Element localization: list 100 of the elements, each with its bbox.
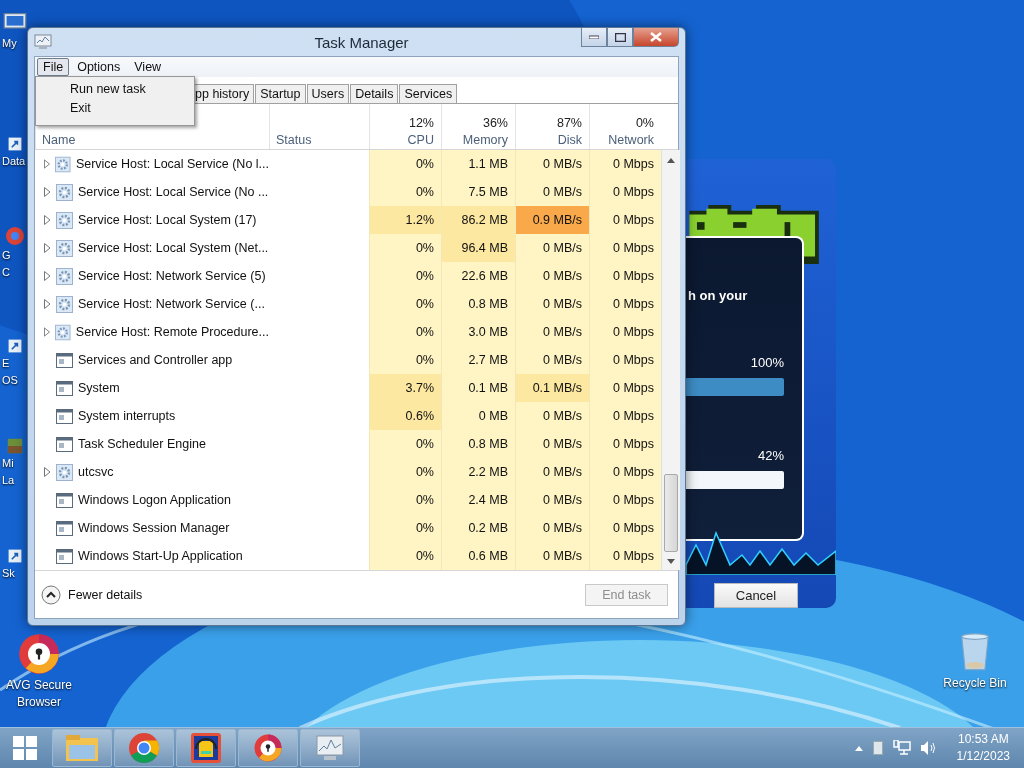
scrollbar[interactable] xyxy=(661,150,680,570)
scrollbar-thumb[interactable] xyxy=(664,474,678,552)
desktop-icon-label[interactable]: G xyxy=(2,248,11,263)
usage-cell: 0 Mbps xyxy=(589,430,661,458)
usage-cell: 0% xyxy=(369,458,441,486)
usage-cell: 0 Mbps xyxy=(589,542,661,570)
usage-cell: 3.7% xyxy=(369,374,441,402)
usage-cell: 0 MB/s xyxy=(515,542,589,570)
expand-icon[interactable] xyxy=(44,159,51,169)
window-icon xyxy=(56,492,73,508)
desktop-icon-label[interactable]: My xyxy=(2,36,17,51)
tab[interactable]: Startup xyxy=(255,84,306,103)
process-name: Service Host: Network Service (5) xyxy=(78,269,266,283)
action-center-icon[interactable] xyxy=(872,741,883,755)
expand-icon[interactable] xyxy=(44,215,51,225)
column-header[interactable]: Network xyxy=(608,133,654,147)
process-name: Service Host: Remote Procedure... xyxy=(75,325,269,339)
expand-icon[interactable] xyxy=(44,467,51,477)
maximize-button[interactable] xyxy=(607,28,633,47)
taskbar-app[interactable] xyxy=(176,729,236,767)
process-name: Service Host: Local System (17) xyxy=(78,213,257,227)
column-total: 36% xyxy=(482,116,508,130)
scroll-down-icon[interactable] xyxy=(667,559,675,564)
process-name: Windows Logon Application xyxy=(78,493,231,507)
expand-icon[interactable] xyxy=(44,327,51,337)
usage-cell: 0.1 MB xyxy=(441,374,515,402)
usage-cell: 2.7 MB xyxy=(441,346,515,374)
window-icon xyxy=(56,520,73,536)
usage-cell: 1.2% xyxy=(369,206,441,234)
expand-icon[interactable] xyxy=(44,299,51,309)
network-icon[interactable] xyxy=(892,740,911,756)
column-total: 12% xyxy=(408,116,434,130)
expand-icon[interactable] xyxy=(44,187,51,197)
usage-cell: 0 Mbps xyxy=(589,346,661,374)
process-name: Service Host: Local System (Net... xyxy=(78,241,269,255)
desktop-icon-label[interactable]: Browser xyxy=(17,695,61,710)
fewer-details-link[interactable]: Fewer details xyxy=(68,587,143,602)
usage-cell: 0 Mbps xyxy=(589,150,661,178)
desktop-icon-label[interactable]: C xyxy=(2,265,10,280)
usage-cell: 0 Mbps xyxy=(589,318,661,346)
menu-item[interactable]: File xyxy=(37,58,70,76)
column-header[interactable]: Memory xyxy=(462,133,508,147)
desktop-icon-label[interactable]: Data xyxy=(2,154,26,169)
show-hidden-icons[interactable] xyxy=(854,745,863,751)
usage-cell: 0 MB/s xyxy=(515,514,589,542)
usage-cell: 0 MB/s xyxy=(515,486,589,514)
column-header[interactable]: Status xyxy=(276,133,312,147)
clock-date: 1/12/2023 xyxy=(956,748,1010,765)
cancel-button[interactable]: Cancel xyxy=(714,583,798,608)
close-icon xyxy=(650,32,662,42)
column-header[interactable]: Name xyxy=(42,133,76,147)
chrome-icon xyxy=(128,732,160,764)
usage-cell: 86.2 MB xyxy=(441,206,515,234)
usage-cell: 0 MB/s xyxy=(515,318,589,346)
gear-icon xyxy=(56,267,73,285)
tab[interactable]: Services xyxy=(399,84,458,103)
usage-cell: 0.9 MB/s xyxy=(515,206,589,234)
column-header[interactable]: Disk xyxy=(557,133,582,147)
usage-cell: 0% xyxy=(369,262,441,290)
desktop-icon-label[interactable]: AVG Secure xyxy=(6,678,72,693)
gear-icon xyxy=(56,295,73,313)
usage-cell: 0 MB/s xyxy=(515,458,589,486)
usage-cell: 0 Mbps xyxy=(589,178,661,206)
column-header[interactable]: CPU xyxy=(407,133,434,147)
gear-icon xyxy=(56,211,73,229)
minimize-icon xyxy=(589,35,599,39)
usage-cell: 0 Mbps xyxy=(589,458,661,486)
menu-item[interactable]: View xyxy=(128,58,168,76)
process-name: Service Host: Network Service (... xyxy=(78,297,265,311)
scroll-up-icon[interactable] xyxy=(667,158,675,163)
close-button[interactable] xyxy=(633,28,679,47)
expand-icon[interactable] xyxy=(44,271,51,281)
desktop-icon-label[interactable]: E xyxy=(2,356,10,371)
folder-icon xyxy=(65,734,99,762)
taskbar-app[interactable] xyxy=(238,729,298,767)
desktop-icon-label[interactable]: OS xyxy=(2,373,18,388)
desktop-icon-label[interactable]: La xyxy=(2,473,15,488)
gear-icon xyxy=(56,239,73,257)
progress-percent: 42% xyxy=(757,447,784,463)
tab[interactable]: Users xyxy=(306,84,350,103)
column-total: 0% xyxy=(635,116,654,130)
menu-item[interactable]: Options xyxy=(71,58,127,76)
usage-cell: 0 MB/s xyxy=(515,178,589,206)
window-icon xyxy=(56,352,73,368)
maximize-icon xyxy=(614,32,626,42)
tab[interactable]: Details xyxy=(350,84,399,103)
usage-cell: 0 Mbps xyxy=(589,234,661,262)
process-name: Service Host: Local Service (No l... xyxy=(75,157,269,171)
usage-cell: 0.1 MB/s xyxy=(515,374,589,402)
desktop-icon-label[interactable]: Sk xyxy=(2,566,15,581)
window-icon xyxy=(56,548,73,564)
expand-icon[interactable] xyxy=(44,243,51,253)
process-name: Task Scheduler Engine xyxy=(78,437,206,451)
collapse-icon[interactable] xyxy=(41,584,61,605)
usage-cell: 2.4 MB xyxy=(441,486,515,514)
desktop-icon-label[interactable]: Mi xyxy=(2,456,14,471)
volume-icon[interactable] xyxy=(920,741,937,755)
window-icon xyxy=(56,408,73,424)
usage-cell: 0 Mbps xyxy=(589,290,661,318)
usage-cell: 0 MB/s xyxy=(515,346,589,374)
